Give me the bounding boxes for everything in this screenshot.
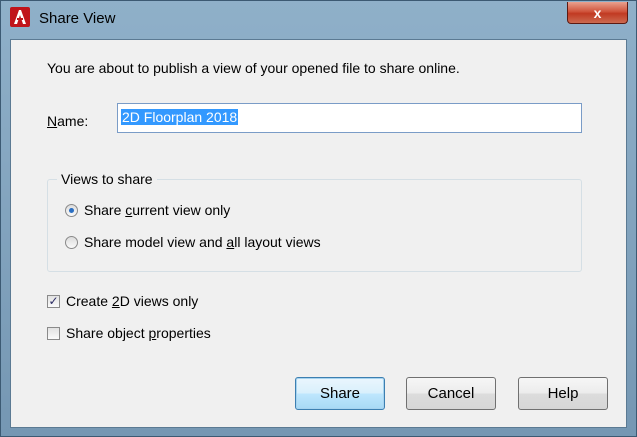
radio-share-all-views-label: Share model view and all layout views xyxy=(84,234,321,250)
autocad-app-icon xyxy=(10,7,30,27)
window-title: Share View xyxy=(39,10,116,27)
checkbox-create-2d-views[interactable]: ✓ Create 2D views only xyxy=(47,293,198,309)
name-input[interactable]: 2D Floorplan 2018 xyxy=(117,103,582,133)
dialog-window: Share View x You are about to publish a … xyxy=(0,0,637,437)
radio-share-current-view-label: Share current view only xyxy=(84,202,231,218)
views-to-share-group xyxy=(47,179,582,272)
dialog-body: You are about to publish a view of your … xyxy=(10,39,627,428)
checkbox-unchecked-icon xyxy=(47,326,60,340)
checkbox-share-object-properties[interactable]: Share object properties xyxy=(47,325,211,341)
checkbox-create-2d-views-label: Create 2D views only xyxy=(66,293,199,309)
checkbox-share-object-properties-label: Share object properties xyxy=(66,325,211,341)
help-button[interactable]: Help xyxy=(518,377,608,410)
cancel-button[interactable]: Cancel xyxy=(406,377,496,410)
close-button[interactable]: x xyxy=(567,2,628,24)
title-bar[interactable]: Share View x xyxy=(1,1,636,35)
radio-share-current-view[interactable]: Share current view only xyxy=(65,202,230,218)
share-button[interactable]: Share xyxy=(295,377,385,410)
views-to-share-label: Views to share xyxy=(57,171,157,187)
radio-share-all-views[interactable]: Share model view and all layout views xyxy=(65,234,321,250)
name-label: Name: xyxy=(47,113,89,129)
radio-checked-icon xyxy=(65,203,78,217)
radio-unchecked-icon xyxy=(65,235,78,249)
name-input-selected-text: 2D Floorplan 2018 xyxy=(121,109,239,125)
checkbox-checked-icon: ✓ xyxy=(47,293,60,308)
intro-text: You are about to publish a view of your … xyxy=(47,60,460,76)
close-icon: x xyxy=(593,4,602,21)
